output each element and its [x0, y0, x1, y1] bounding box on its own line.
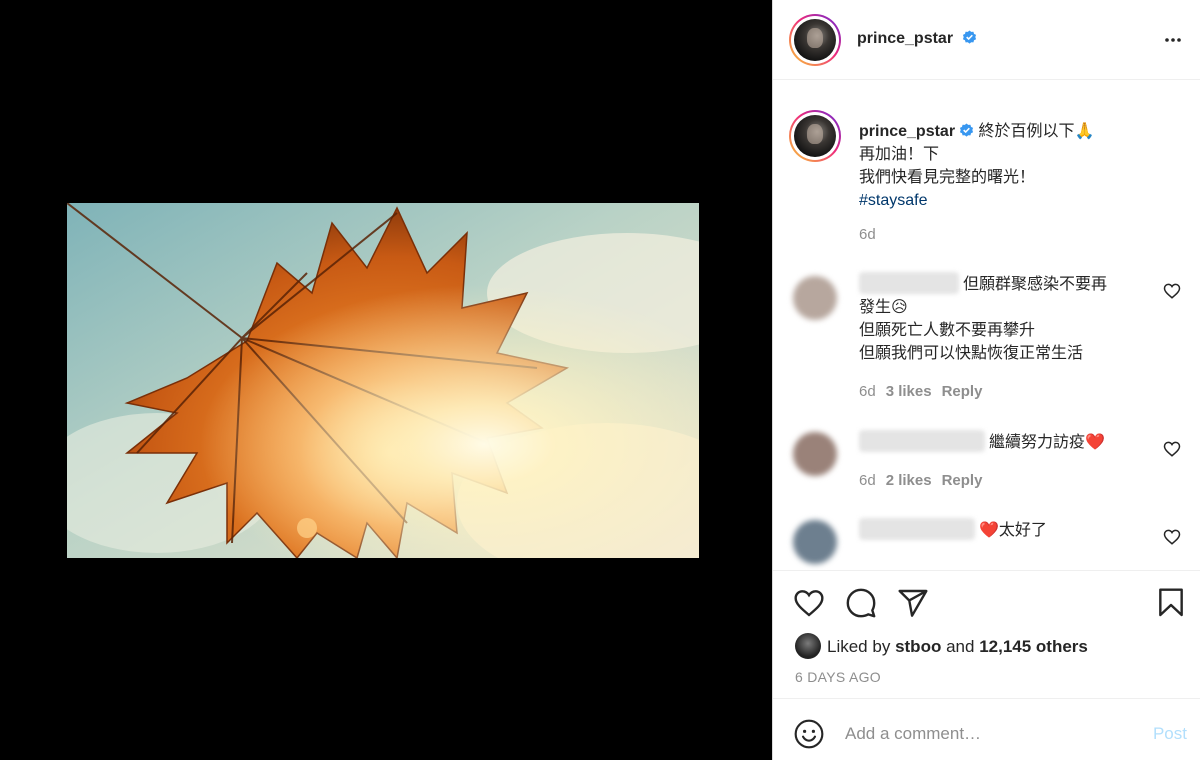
liked-others-count[interactable]: 12,145 others [979, 637, 1088, 656]
reply-button[interactable]: Reply [942, 472, 983, 489]
author-username[interactable]: prince_pstar [857, 30, 953, 47]
maple-leaf-photo [67, 203, 699, 558]
post-actions: Liked by stboo and 12,145 others 6 DAYS … [773, 570, 1200, 698]
caption-timestamp[interactable]: 6d [859, 226, 876, 243]
comment-text: 繼續努力訪疫❤️ [859, 430, 1139, 454]
post-header: prince_pstar [773, 0, 1200, 80]
caption-author-avatar[interactable] [789, 110, 841, 162]
commenter-avatar[interactable] [793, 432, 837, 476]
post-comment-button[interactable]: Post [1153, 724, 1187, 744]
add-comment-bar: Post [773, 698, 1200, 760]
post-caption: prince_pstar 終於百例以下🙏 再加油！下 我們快看見完整的曙光！ #… [859, 120, 1179, 212]
comment-text-main: 太好了 [998, 522, 1047, 539]
heart-icon[interactable] [793, 587, 825, 619]
comment-meta: 6d 3 likes Reply [859, 383, 992, 400]
liker-username[interactable]: stboo [895, 637, 941, 656]
heart-icon[interactable] [1163, 440, 1181, 458]
commenter-avatar[interactable] [793, 276, 837, 320]
comment-time[interactable]: 6d [859, 383, 876, 400]
red-heart-emoji: ❤️ [979, 522, 999, 539]
red-heart-emoji: ❤️ [1085, 434, 1105, 451]
commenter-username-blurred[interactable] [859, 518, 975, 540]
post-photo[interactable] [67, 203, 699, 558]
caption-line-3: 我們快看見完整的曙光！ [859, 169, 1036, 186]
praying-hands-emoji: 🙏 [1074, 123, 1095, 140]
sad-face-emoji: 😥 [891, 299, 908, 316]
reply-button[interactable]: Reply [942, 383, 983, 400]
author-avatar[interactable] [789, 14, 841, 66]
liked-by-prefix: Liked by [827, 637, 891, 656]
media-pane [0, 0, 772, 760]
commenter-username-blurred[interactable] [859, 430, 985, 452]
liked-by-and: and [946, 637, 975, 656]
comment-likes[interactable]: 2 likes [886, 472, 932, 489]
comment-text: 但願群聚感染不要再 發生😥 但願死亡人數不要再攀升 但願我們可以快點恢復正常生活 [859, 272, 1139, 365]
verified-badge-icon [962, 30, 976, 44]
share-icon[interactable] [897, 587, 929, 619]
liker-avatar[interactable] [795, 633, 821, 659]
caption-line-1: 終於百例以下 [978, 123, 1075, 140]
commenter-avatar[interactable] [793, 520, 837, 564]
bookmark-icon[interactable] [1155, 587, 1187, 619]
comment-text-line-3: 但願死亡人數不要再攀升 [859, 322, 1036, 339]
post-sidebar: prince_pstar prince_pstar 終於百例以下🙏 再加油！下 … [772, 0, 1200, 760]
heart-icon[interactable] [1163, 282, 1181, 300]
caption-username[interactable]: prince_pstar [859, 123, 955, 140]
post-timestamp[interactable]: 6 DAYS AGO [795, 669, 881, 685]
author-name-row: prince_pstar [857, 30, 977, 48]
comment-input[interactable] [845, 717, 1125, 751]
comment-text-line-2: 發生 [859, 299, 892, 316]
caption-line-2: 再加油！下 [859, 146, 940, 163]
heart-icon[interactable] [1163, 528, 1181, 546]
caption-hashtag[interactable]: #staysafe [859, 189, 1179, 212]
comment-meta: 6d 2 likes Reply [859, 472, 992, 489]
comment-time[interactable]: 6d [859, 472, 876, 489]
emoji-icon[interactable] [793, 718, 825, 750]
more-options-icon[interactable] [1161, 28, 1185, 52]
comment-icon[interactable] [845, 587, 877, 619]
comment-text-main: 繼續努力訪疫 [989, 434, 1086, 451]
verified-badge-icon [959, 123, 974, 137]
comment-text-line-1: 但願群聚感染不要再 [963, 276, 1108, 293]
commenter-username-blurred[interactable] [859, 272, 959, 294]
comment-text: ❤️太好了 [859, 518, 1139, 542]
comments-scroll-area[interactable]: prince_pstar 終於百例以下🙏 再加油！下 我們快看見完整的曙光！ #… [773, 96, 1200, 570]
comment-likes[interactable]: 3 likes [886, 383, 932, 400]
comment-text-line-4: 但願我們可以快點恢復正常生活 [859, 345, 1084, 362]
liked-by-summary: Liked by stboo and 12,145 others [795, 633, 1088, 659]
